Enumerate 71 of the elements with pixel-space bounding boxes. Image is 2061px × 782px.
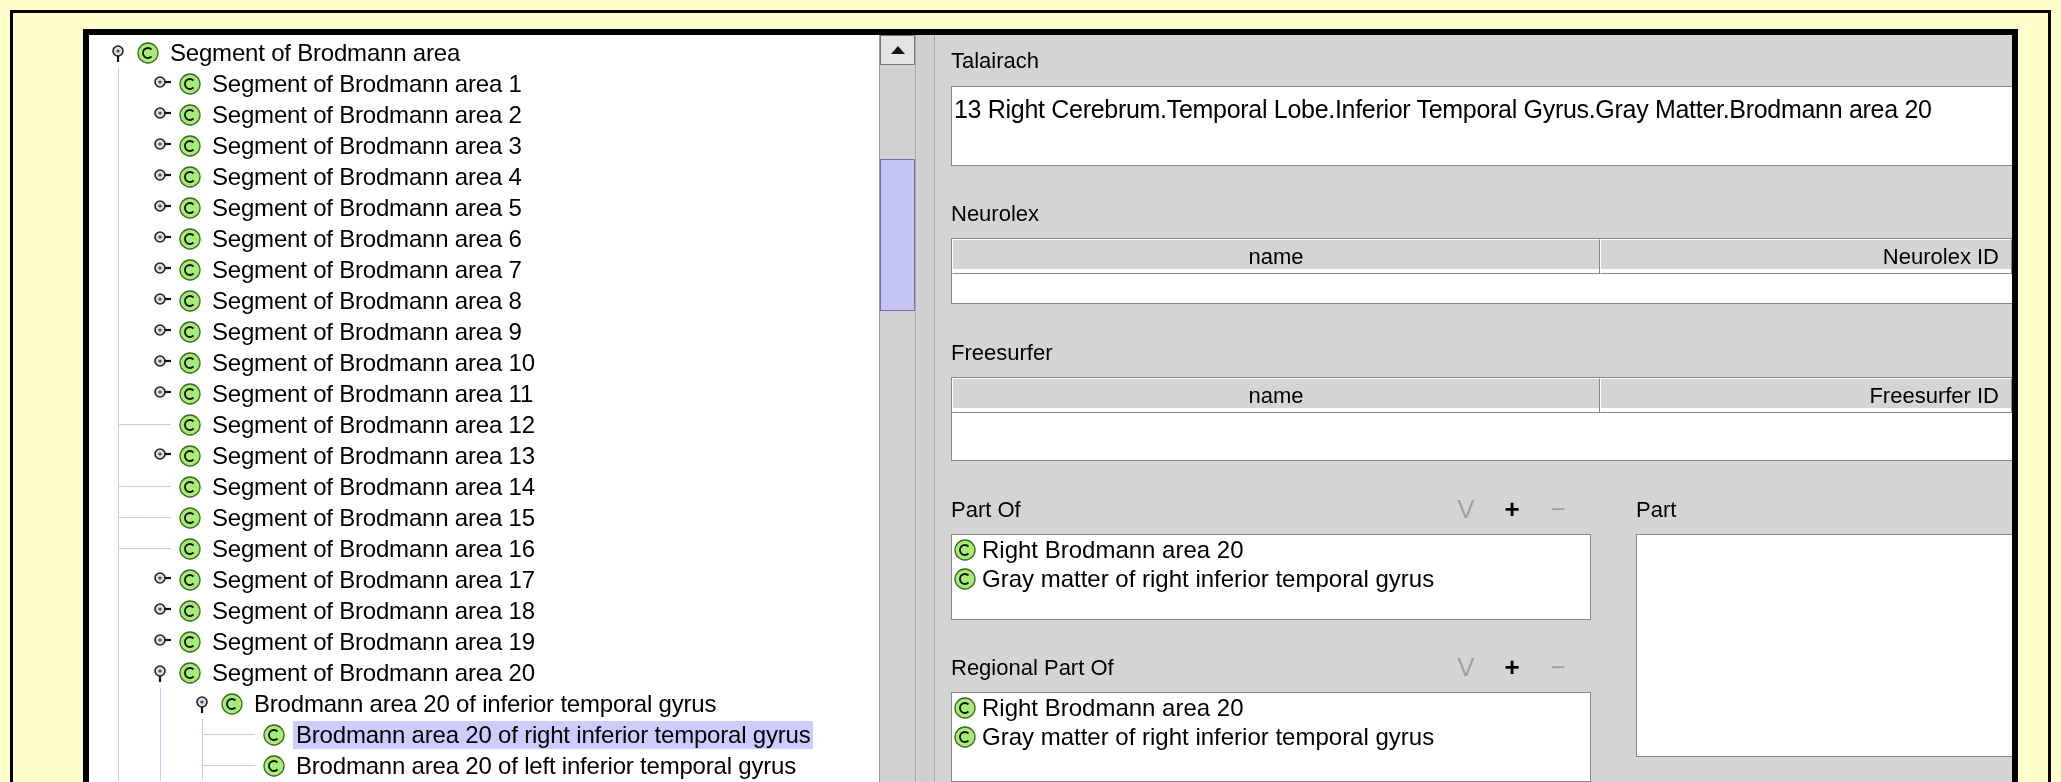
tree-item[interactable]: Segment of Brodmann area 10 — [209, 348, 538, 377]
class-icon — [179, 351, 201, 374]
section-label: Neurolex — [951, 199, 1040, 228]
section-label: Part — [1636, 495, 1677, 524]
class-icon — [179, 630, 201, 653]
class-icon — [954, 567, 976, 590]
tree-item[interactable]: Segment of Brodmann area 1 — [209, 69, 525, 98]
tree-item[interactable]: Segment of Brodmann area 7 — [209, 255, 525, 284]
class-icon — [179, 258, 201, 281]
tree-item[interactable]: Segment of Brodmann area — [167, 38, 464, 67]
class-icon — [179, 134, 201, 157]
tree-item[interactable]: Segment of Brodmann area 19 — [209, 627, 538, 656]
tree-item[interactable]: Segment of Brodmann area 13 — [209, 441, 538, 470]
list-item[interactable]: Right Brodmann area 20 — [982, 689, 1244, 726]
class-icon — [179, 382, 201, 405]
class-icon — [179, 165, 201, 188]
toolbar-button[interactable]: + — [1499, 654, 1525, 680]
column-header[interactable]: Freesurfer ID — [1600, 378, 2012, 413]
list-item[interactable]: Right Brodmann area 20 — [982, 531, 1244, 568]
tree-item[interactable]: Segment of Brodmann area 12 — [209, 410, 538, 439]
class-icon — [179, 568, 201, 591]
class-icon — [221, 692, 243, 715]
column-header[interactable]: Neurolex ID — [1600, 239, 2012, 274]
class-icon — [263, 754, 285, 777]
section-label: Talairach — [951, 46, 1040, 75]
class-icon — [954, 538, 976, 561]
class-icon — [179, 103, 201, 126]
tree-item[interactable]: Segment of Brodmann area 8 — [209, 286, 525, 315]
class-icon — [179, 599, 201, 622]
tree-item[interactable]: Segment of Brodmann area 14 — [209, 472, 538, 501]
tree-item[interactable]: Segment of Brodmann area 3 — [209, 131, 525, 160]
section-label: Regional Part Of — [951, 653, 1115, 682]
class-icon — [179, 320, 201, 343]
class-icon — [179, 475, 201, 498]
class-icon — [137, 41, 159, 64]
tree-item[interactable]: Brodmann area 20 of inferior temporal gyrus — [251, 689, 720, 718]
scroll-up-button[interactable] — [880, 35, 915, 65]
text-area[interactable]: 13 Right Cerebrum.Temporal Lobe.Inferior Temporal Gyrus.Gray Matter.Brodmann area 20 — [951, 86, 2012, 166]
class-icon — [179, 444, 201, 467]
class-icon — [954, 725, 976, 748]
scroll-thumb[interactable] — [880, 159, 915, 311]
tree-item[interactable]: Segment of Brodmann area 15 — [209, 503, 538, 532]
section-label: Freesurfer — [951, 338, 1053, 367]
section-label: Part Of — [951, 495, 1022, 524]
class-icon — [954, 696, 976, 719]
tree-item[interactable]: Segment of Brodmann area 20 — [209, 658, 538, 687]
class-icon — [179, 661, 201, 684]
tree-item[interactable]: Segment of Brodmann area 6 — [209, 224, 525, 253]
tree-item[interactable]: Segment of Brodmann area 2 — [209, 100, 525, 129]
class-icon — [179, 227, 201, 250]
tree-item[interactable]: Brodmann area 20 of left inferior temporal gyrus — [293, 751, 799, 780]
tree-item[interactable]: Brodmann area 20 of right inferior temporal gyrus — [293, 720, 814, 749]
tree-item[interactable]: Segment of Brodmann area 18 — [209, 596, 538, 625]
class-icon — [179, 196, 201, 219]
tree-item[interactable]: Segment of Brodmann area 17 — [209, 565, 538, 594]
tree-item[interactable]: Segment of Brodmann area 11 — [209, 379, 537, 408]
tree-item[interactable]: Segment of Brodmann area 5 — [209, 193, 525, 222]
class-icon — [179, 506, 201, 529]
column-header[interactable]: name — [952, 378, 1600, 413]
toolbar-button[interactable]: + — [1499, 496, 1525, 522]
class-icon — [263, 723, 285, 746]
class-icon — [179, 537, 201, 560]
class-icon — [179, 72, 201, 95]
up-arrow-icon — [890, 46, 905, 54]
tree-item[interactable]: Segment of Brodmann area 16 — [209, 534, 538, 563]
class-icon — [179, 289, 201, 312]
scrollbar[interactable] — [879, 35, 915, 782]
tree-item[interactable]: Segment of Brodmann area 4 — [209, 162, 525, 191]
class-icon — [179, 413, 201, 436]
tree-item[interactable]: Segment of Brodmann area 9 — [209, 317, 525, 346]
column-header[interactable]: name — [952, 239, 1600, 274]
